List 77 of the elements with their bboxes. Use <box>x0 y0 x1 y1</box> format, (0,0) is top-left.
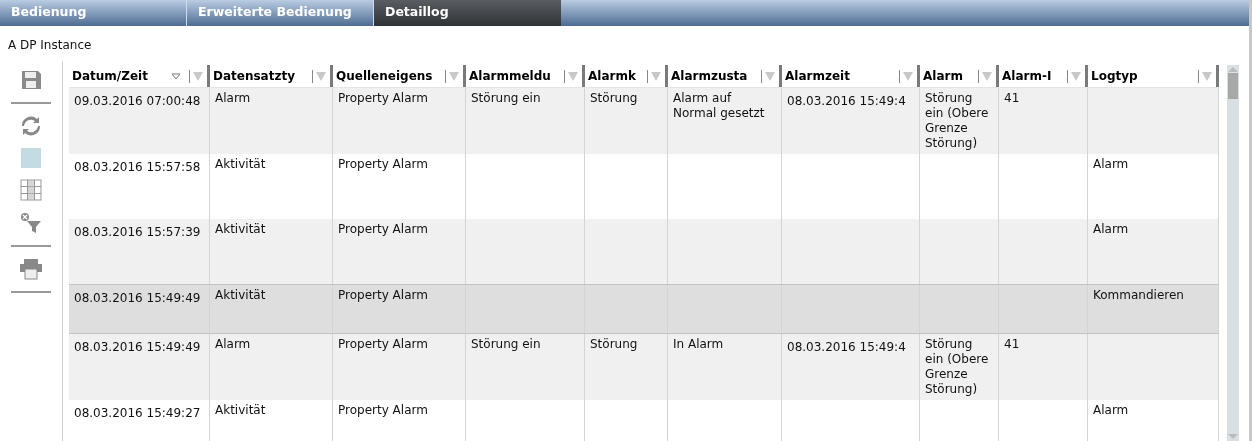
table-cell: Property Alarm <box>338 222 428 236</box>
table-cell: Aktivität <box>215 222 266 236</box>
filter-icon[interactable] <box>765 71 775 81</box>
table-row[interactable]: 08.03.2016 15:57:39 Aktivität Property Alarm Alarm <box>69 219 1219 284</box>
table-cell: Störung ein <box>471 337 541 351</box>
table-cell: 08.03.2016 15:49:49 <box>74 340 201 354</box>
table-cell: 08.03.2016 15:49:49 <box>74 291 201 305</box>
filter-icon[interactable] <box>903 71 913 81</box>
table-cell: 08.03.2016 15:57:39 <box>74 225 201 239</box>
table-cell: Störung <box>590 91 638 105</box>
column-header[interactable]: Alarm <box>920 65 999 87</box>
column-header-label: Datensatzty <box>213 69 296 83</box>
column-header-label: Alarmzusta <box>671 69 749 83</box>
table-cell: Aktivität <box>215 403 266 417</box>
table-cell: Kommandieren <box>1093 288 1184 302</box>
table-cell: Störung ein (Obere Grenze Störung) <box>925 91 989 150</box>
table-cell: Alarm <box>1093 157 1129 171</box>
column-header-label: Alarmmeldu <box>469 69 552 83</box>
table-cell: Alarm <box>1093 222 1129 236</box>
table-cell: 41 <box>1004 91 1020 105</box>
scrollbar-thumb[interactable] <box>1228 73 1238 99</box>
scroll-down-icon[interactable] <box>1227 433 1239 441</box>
table-row[interactable]: 08.03.2016 15:49:49 Aktivität Property Alarm Kommandieren <box>69 284 1219 334</box>
filter-icon[interactable] <box>568 71 578 81</box>
filter-icon[interactable] <box>316 71 326 81</box>
refresh-icon[interactable] <box>20 115 42 137</box>
column-header[interactable]: Quelleneigens <box>333 65 466 87</box>
scrollbar[interactable] <box>1227 65 1239 441</box>
column-header-label: Datum/Zeit <box>72 69 149 83</box>
table-cell: Property Alarm <box>338 403 428 417</box>
column-header[interactable]: Alarm-I <box>999 65 1088 87</box>
filter-icon[interactable] <box>193 71 203 81</box>
clear-filter-icon[interactable] <box>20 212 42 234</box>
column-header[interactable]: Alarmk <box>585 65 668 87</box>
table-row[interactable]: 09.03.2016 07:00:48 Alarm Property Alarm Störung ein Störung Alarm auf Normal gesetzt 08.03.2016 15:49:4 Störung ein (Obere Grenze Störung) 41 <box>69 88 1219 154</box>
table-cell: Störung <box>590 337 638 351</box>
square-icon[interactable] <box>21 148 41 168</box>
table-cell: Alarm <box>215 91 251 105</box>
filter-icon[interactable] <box>982 71 992 81</box>
table-cell: Property Alarm <box>338 288 428 302</box>
column-header-label: Alarmzeit <box>785 69 851 83</box>
table-cell: Alarm <box>1093 403 1129 417</box>
table-cell: Alarm auf Normal gesetzt <box>673 91 765 120</box>
column-header-label: Quelleneigens <box>336 69 434 83</box>
column-header[interactable]: Alarmzusta <box>668 65 782 87</box>
table-cell: Aktivität <box>215 288 266 302</box>
table-row[interactable]: 08.03.2016 15:49:49 Alarm Property Alarm Störung ein Störung In Alarm 08.03.2016 15:49:4 Störung ein (Obere Grenze Störung) 41 <box>69 334 1219 400</box>
table-cell: In Alarm <box>673 337 724 351</box>
column-header-label: Alarm <box>923 69 964 83</box>
table-cell: 08.03.2016 15:57:58 <box>74 160 201 174</box>
table-cell: 41 <box>1004 337 1020 351</box>
grid-icon[interactable] <box>20 179 42 201</box>
column-header-label: Alarmk <box>588 69 637 83</box>
filter-icon[interactable] <box>1202 71 1212 81</box>
column-header[interactable]: Alarmzeit <box>782 65 920 87</box>
object-title: A DP Instance <box>7 37 93 54</box>
table-cell: Property Alarm <box>338 157 428 171</box>
table-cell: 09.03.2016 07:00:48 <box>74 94 201 108</box>
sort-icon[interactable] <box>171 72 181 80</box>
column-header-label: Alarm-I <box>1002 69 1053 83</box>
table-cell: Störung ein (Obere Grenze Störung) <box>925 337 989 396</box>
tab[interactable]: Detaillog <box>374 0 561 26</box>
column-header-label: Logtyp <box>1091 69 1139 83</box>
filter-icon[interactable] <box>449 71 459 81</box>
filter-icon[interactable] <box>651 71 661 81</box>
save-icon[interactable] <box>20 69 42 91</box>
filter-icon[interactable] <box>1071 71 1081 81</box>
column-header[interactable]: Alarmmeldu <box>466 65 585 87</box>
table-cell: Property Alarm <box>338 337 428 351</box>
table-cell: 08.03.2016 15:49:27 <box>74 406 201 420</box>
table-cell: Alarm <box>215 337 251 351</box>
table-cell: Property Alarm <box>338 91 428 105</box>
table-cell: Störung ein <box>471 91 541 105</box>
table-cell: Aktivität <box>215 157 266 171</box>
table-cell: 08.03.2016 15:49:4 <box>787 94 906 108</box>
printer-icon[interactable] <box>19 258 43 280</box>
table-cell: 08.03.2016 15:49:4 <box>787 340 906 354</box>
